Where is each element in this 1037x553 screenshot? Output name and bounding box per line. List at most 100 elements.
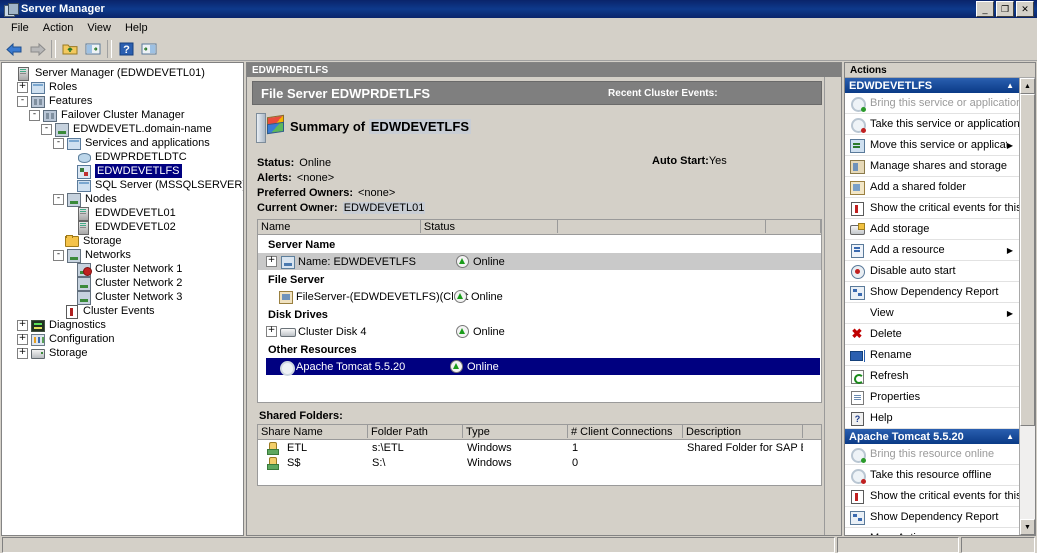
tree-node-edwdevetl-domain-name[interactable]: - EDWDEVETL.domain-name bbox=[5, 122, 243, 137]
scroll-thumb[interactable] bbox=[1020, 94, 1035, 426]
shared-folders-column-header[interactable]: # Client Connections bbox=[568, 425, 683, 438]
show-hide-console-tree-button[interactable] bbox=[82, 39, 104, 59]
action-item-take-this-resource-offline[interactable]: Take this resource offline bbox=[845, 465, 1019, 486]
help-icon: ? bbox=[849, 411, 865, 426]
tree-node-cluster-events[interactable]: Cluster Events bbox=[5, 304, 243, 319]
action-item-refresh[interactable]: Refresh bbox=[845, 366, 1019, 387]
action-item-show-the-critical-events-for-this[interactable]: Show the critical events for this ... bbox=[845, 486, 1019, 507]
submenu-arrow-icon[interactable]: ▶ bbox=[1007, 534, 1013, 536]
tree-node-nodes[interactable]: - Nodes bbox=[5, 192, 243, 207]
tree-node-features[interactable]: - Features bbox=[5, 94, 243, 108]
action-item-show-the-critical-events-for-this[interactable]: Show the critical events for this ... bbox=[845, 198, 1019, 219]
tree-node-edwdevetl02[interactable]: EDWDEVETL02 bbox=[5, 220, 243, 235]
shared-folder-row[interactable]: S$ S:\ Windows 0 bbox=[258, 455, 821, 470]
action-item-show-dependency-report[interactable]: Show Dependency Report bbox=[845, 282, 1019, 303]
chevron-up-icon[interactable]: ▲ bbox=[1006, 81, 1014, 90]
resources-column-header[interactable]: Name bbox=[258, 220, 421, 233]
tree-node-diagnostics[interactable]: + Diagnostics bbox=[5, 318, 243, 332]
resource-row[interactable]: Apache Tomcat 5.5.20 Online bbox=[266, 358, 820, 376]
shared-folders-column-header[interactable]: Folder Path bbox=[368, 425, 463, 438]
action-item-disable-auto-start[interactable]: Disable auto start bbox=[845, 261, 1019, 282]
action-item-add-a-shared-folder[interactable]: Add a shared folder bbox=[845, 177, 1019, 198]
tree-collapse-icon[interactable]: - bbox=[53, 249, 64, 261]
action-item-view[interactable]: View ▶ bbox=[845, 303, 1019, 324]
tree-node-label: SQL Server (MSSQLSERVER) bbox=[95, 179, 244, 191]
tree-expand-icon[interactable]: + bbox=[17, 319, 28, 331]
action-item-manage-shares-and-storage[interactable]: Manage shares and storage bbox=[845, 156, 1019, 177]
tree-expand-icon[interactable]: + bbox=[17, 347, 28, 359]
resource-expand-icon[interactable]: + bbox=[266, 256, 277, 267]
tree-collapse-icon[interactable]: - bbox=[41, 123, 52, 135]
shared-folders-column-header[interactable]: Type bbox=[463, 425, 568, 438]
resources-column-header[interactable]: Status bbox=[421, 220, 559, 233]
tree-node-sql-server-mssqlserver[interactable]: SQL Server (MSSQLSERVER) bbox=[5, 178, 243, 192]
tree-node-cluster-network-1[interactable]: Cluster Network 1 bbox=[5, 262, 243, 277]
action-item-more-actions[interactable]: More Actions...▶ bbox=[845, 528, 1019, 535]
center-vertical-scrollbar[interactable] bbox=[824, 77, 841, 535]
shared-folders-column-header[interactable]: Description bbox=[683, 425, 803, 438]
action-item-add-a-resource[interactable]: Add a resource ▶ bbox=[845, 240, 1019, 261]
resources-column-header[interactable] bbox=[558, 220, 767, 233]
resource-row[interactable]: + Cluster Disk 4 Online bbox=[258, 323, 821, 340]
close-button[interactable]: ✕ bbox=[1016, 1, 1034, 17]
action-item-properties[interactable]: Properties bbox=[845, 387, 1019, 408]
shared-folders-table[interactable]: Share Name Folder Path Type # Client Connec… bbox=[257, 424, 822, 486]
chevron-up-icon[interactable]: ▲ bbox=[1006, 432, 1014, 441]
tree-expand-icon[interactable]: + bbox=[17, 333, 28, 345]
menu-help[interactable]: Help bbox=[118, 20, 155, 36]
action-item-rename[interactable]: Rename bbox=[845, 345, 1019, 366]
tree-node-label: Storage bbox=[83, 235, 122, 247]
tree-node-failover-cluster-manager[interactable]: - Failover Cluster Manager bbox=[5, 108, 243, 122]
action-item-add-storage[interactable]: Add storage bbox=[845, 219, 1019, 240]
action-item-take-this-service-or-application[interactable]: Take this service or application ... bbox=[845, 114, 1019, 135]
tree-collapse-icon[interactable]: - bbox=[53, 137, 64, 149]
actions-group-header[interactable]: Apache Tomcat 5.5.20 ▲ bbox=[845, 429, 1019, 444]
back-button[interactable] bbox=[3, 39, 25, 59]
submenu-arrow-icon[interactable]: ▶ bbox=[1007, 246, 1013, 255]
scroll-down-button[interactable]: ▼ bbox=[1020, 519, 1035, 535]
tree-node-storage[interactable]: Storage bbox=[5, 234, 243, 248]
actions-group-header[interactable]: EDWDEVETLFS ▲ bbox=[845, 78, 1019, 93]
up-one-level-button[interactable] bbox=[59, 39, 81, 59]
tree-node-server-manager-edwdevetl01[interactable]: Server Manager (EDWDEVETL01) bbox=[5, 66, 243, 81]
tree-node-cluster-network-3[interactable]: Cluster Network 3 bbox=[5, 290, 243, 305]
resource-expand-icon[interactable]: + bbox=[266, 326, 277, 337]
minimize-button[interactable]: _ bbox=[976, 1, 994, 17]
tree-node-networks[interactable]: - Networks bbox=[5, 248, 243, 263]
action-item-move-this-service-or-application[interactable]: Move this service or application ...▶ bbox=[845, 135, 1019, 156]
menu-file[interactable]: File bbox=[4, 20, 36, 36]
restore-button[interactable]: ❐ bbox=[996, 1, 1014, 17]
resources-table[interactable]: Name Status Server Name + Name: EDWDEVETLFS… bbox=[257, 219, 822, 403]
console-tree-pane[interactable]: Server Manager (EDWDEVETL01) + Roles - Featu… bbox=[1, 62, 244, 536]
submenu-arrow-icon[interactable]: ▶ bbox=[1007, 141, 1013, 150]
help-button[interactable]: ? bbox=[115, 39, 137, 59]
tree-collapse-icon[interactable]: - bbox=[29, 109, 40, 121]
tree-node-edwdevetlfs[interactable]: EDWDEVETLFS bbox=[5, 164, 243, 179]
resource-row[interactable]: + Name: EDWDEVETLFS Online bbox=[258, 253, 821, 270]
tree-node-roles[interactable]: + Roles bbox=[5, 80, 243, 94]
tree-collapse-icon[interactable]: - bbox=[53, 193, 64, 205]
tree-expand-icon[interactable]: + bbox=[17, 81, 28, 93]
tree-node-edwprdetldtc[interactable]: EDWPRDETLDTC bbox=[5, 150, 243, 164]
shared-folder-row[interactable]: ETL s:\ETL Windows 1 Shared Folder for SAP B… bbox=[258, 440, 821, 455]
shared-folders-column-header[interactable]: Share Name bbox=[258, 425, 368, 438]
tree-collapse-icon[interactable]: - bbox=[17, 95, 28, 107]
actions-scrollbar[interactable]: ▲ ▼ bbox=[1019, 78, 1035, 535]
submenu-arrow-icon[interactable]: ▶ bbox=[1007, 309, 1013, 318]
action-item-show-dependency-report[interactable]: Show Dependency Report bbox=[845, 507, 1019, 528]
tree-node-services-and-applications[interactable]: - Services and applications bbox=[5, 136, 243, 150]
menu-view[interactable]: View bbox=[80, 20, 118, 36]
scroll-track[interactable] bbox=[1020, 94, 1035, 519]
resources-column-header[interactable] bbox=[766, 220, 821, 233]
action-item-delete[interactable]: ✖ Delete bbox=[845, 324, 1019, 345]
tree-node-storage[interactable]: + Storage bbox=[5, 346, 243, 360]
tree-node-cluster-network-2[interactable]: Cluster Network 2 bbox=[5, 276, 243, 291]
tree-node-edwdevetl01[interactable]: EDWDEVETL01 bbox=[5, 206, 243, 221]
menu-action[interactable]: Action bbox=[36, 20, 81, 36]
tree-node-configuration[interactable]: + Configuration bbox=[5, 332, 243, 346]
resource-row[interactable]: FileServer-(EDWDEVETLFS)(Clust Online bbox=[258, 288, 821, 305]
forward-button[interactable] bbox=[26, 39, 48, 59]
action-item-help[interactable]: ? Help bbox=[845, 408, 1019, 429]
show-hide-action-pane-button[interactable] bbox=[138, 39, 160, 59]
scroll-up-button[interactable]: ▲ bbox=[1020, 78, 1035, 94]
